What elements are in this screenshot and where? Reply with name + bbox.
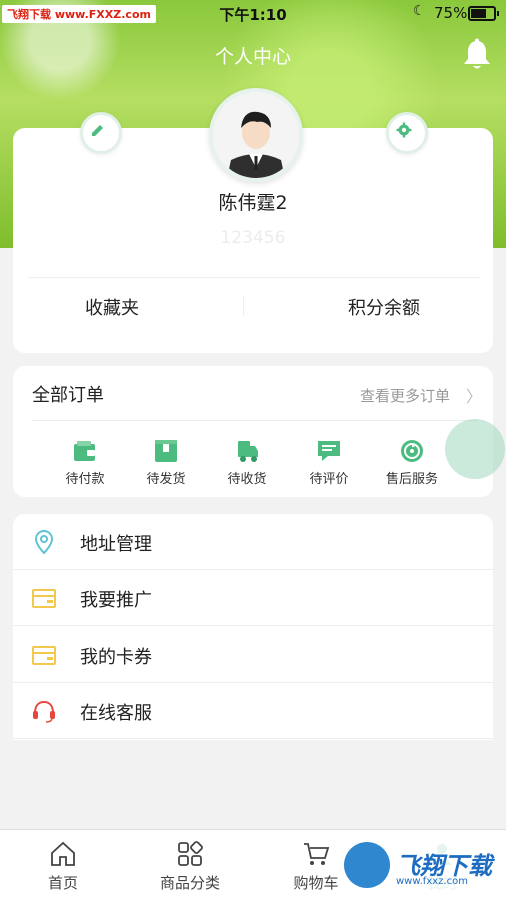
comment-icon (318, 441, 340, 461)
edit-profile-button[interactable] (80, 112, 122, 154)
order-status-label: 待评价 (309, 472, 349, 487)
settings-button[interactable] (386, 112, 428, 154)
order-status-pending-receipt[interactable]: 待收货 (212, 438, 282, 487)
order-status-pending-review[interactable]: 待评价 (294, 438, 364, 487)
assistive-touch-button[interactable] (445, 419, 505, 479)
coupon-icon (32, 646, 56, 665)
battery-fill (471, 9, 486, 18)
menu-item-label: 我的卡券 (80, 647, 152, 668)
truck-icon (238, 441, 258, 462)
tab-home[interactable]: 首页 (13, 840, 113, 893)
after-sales-icon (401, 440, 423, 462)
tab-label: 商品分类 (159, 874, 220, 892)
tab-label: 首页 (47, 874, 78, 892)
divider (13, 625, 493, 626)
order-status-label: 售后服务 (385, 472, 438, 487)
menu-item-address[interactable]: 地址管理 (13, 514, 493, 570)
order-status-label: 待付款 (65, 472, 105, 487)
status-bar: 飞翔下载 www.FXXZ.com 下午1:10 ☾ 75% (0, 0, 506, 26)
divider (28, 277, 480, 278)
order-status-label: 待发货 (146, 472, 186, 487)
page-title: 个人中心 (214, 46, 291, 68)
favorites-button[interactable]: 收藏夹 (32, 294, 192, 320)
menu-item-promote[interactable]: 我要推广 (13, 570, 493, 626)
order-status-pending-payment[interactable]: 待付款 (50, 438, 120, 487)
view-more-orders-link[interactable]: 查看更多订单 (360, 385, 450, 406)
menu-item-label: 地址管理 (80, 534, 152, 555)
menu-item-label: 在线客服 (80, 703, 152, 724)
watermark-url: www.fxxz.com (396, 876, 468, 887)
headset-icon (33, 700, 55, 723)
user-name: 陈伟霆2 (218, 192, 288, 214)
location-pin-icon (34, 530, 54, 554)
chevron-right-icon[interactable]: 〉 (466, 383, 482, 407)
watermark-logo: 飞翔下载 www.fxxz.com (340, 838, 498, 894)
tab-category[interactable]: 商品分类 (140, 840, 240, 893)
order-status-after-sales[interactable]: 售后服务 (377, 438, 447, 487)
pencil-icon (92, 125, 103, 136)
wallet-icon (74, 441, 95, 461)
battery-percent: 75% (434, 4, 468, 22)
status-time: 下午1:10 (219, 6, 287, 24)
orders-title: 全部订单 (32, 385, 104, 406)
cart-icon (304, 843, 330, 865)
avatar[interactable] (209, 88, 303, 182)
points-balance-button[interactable]: 积分余额 (304, 294, 464, 320)
bell-icon[interactable] (462, 38, 492, 72)
order-status-pending-shipment[interactable]: 待发货 (131, 438, 201, 487)
gear-icon (396, 122, 412, 138)
user-avatar-icon (213, 92, 299, 178)
card-icon (32, 589, 56, 608)
menu-item-coupons[interactable]: 我的卡券 (13, 627, 493, 683)
category-icon (178, 841, 203, 866)
menu-item-customer-service[interactable]: 在线客服 (13, 683, 493, 739)
order-status-label: 待收货 (227, 472, 267, 487)
home-icon (51, 841, 75, 866)
divider (32, 420, 478, 421)
battery-icon (468, 6, 499, 21)
menu-item-label: 我要推广 (80, 590, 152, 611)
user-id: 123456 (220, 228, 286, 248)
watermark-emblem-icon (344, 842, 390, 888)
do-not-disturb-icon: ☾ (413, 3, 426, 19)
divider (13, 738, 493, 739)
package-icon (155, 440, 177, 462)
divider (243, 296, 244, 316)
